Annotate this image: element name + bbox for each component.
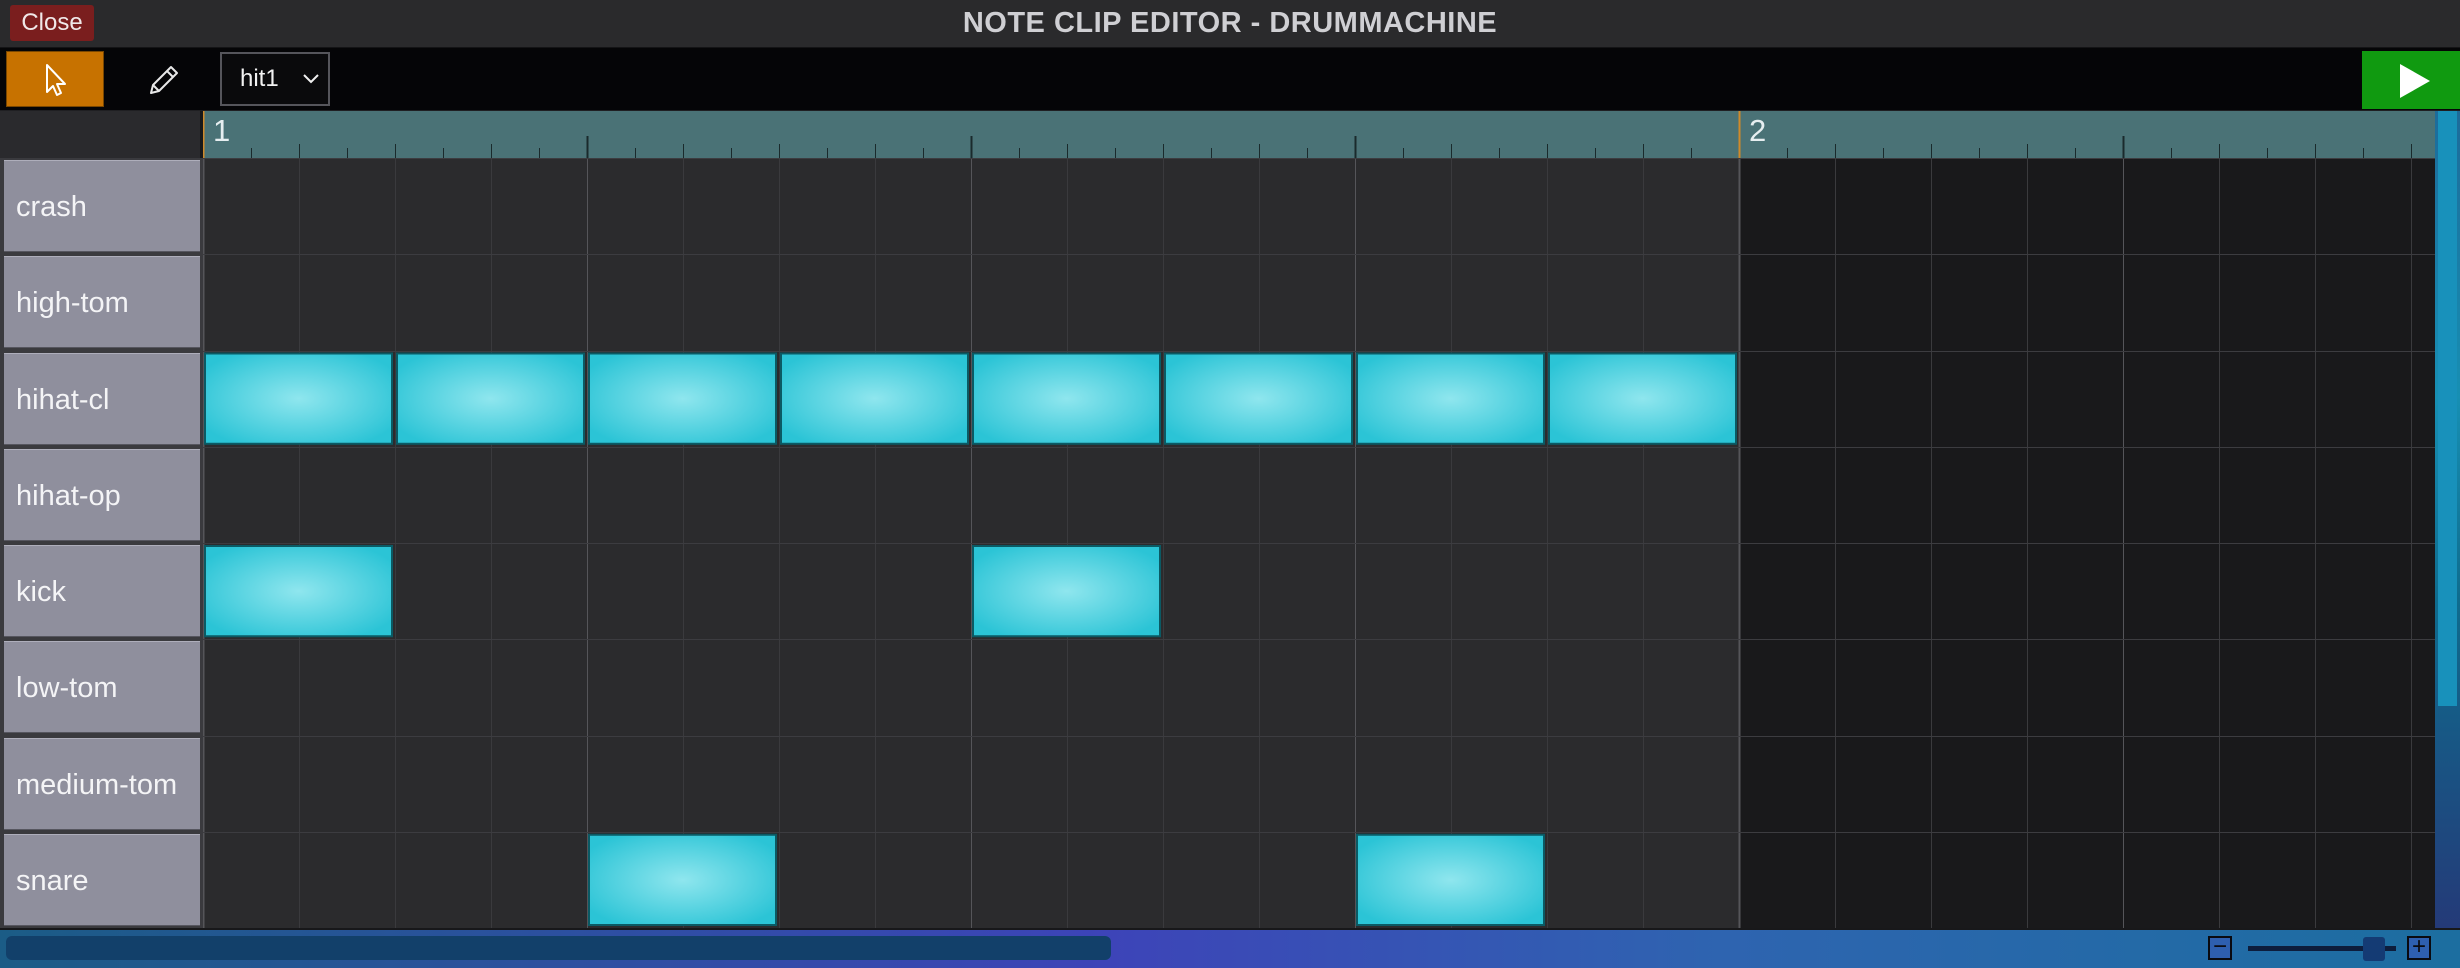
- note-block-hihat-cl[interactable]: [204, 352, 393, 445]
- clip-select-dropdown[interactable]: hit1: [220, 52, 330, 106]
- chevron-down-icon: [303, 74, 319, 84]
- note-block-hihat-cl[interactable]: [972, 352, 1161, 445]
- note-block-snare[interactable]: [588, 833, 777, 926]
- bar-number: 2: [1749, 113, 1767, 148]
- play-icon: [2400, 64, 2430, 98]
- drum-key-label: hihat-cl: [16, 383, 110, 416]
- note-block-hihat-cl[interactable]: [396, 352, 585, 445]
- drum-key-label: hihat-op: [16, 479, 121, 512]
- drum-key-snare[interactable]: snare: [4, 833, 200, 926]
- note-block-kick[interactable]: [972, 545, 1161, 638]
- drum-key-high-tom[interactable]: high-tom: [4, 256, 200, 349]
- piano-roll-editor: 12 crash high-tom hihat-cl hihat-op kick low-…: [0, 111, 2460, 931]
- drum-key-hihat-cl[interactable]: hihat-cl: [4, 352, 200, 445]
- note-block-snare[interactable]: [1356, 833, 1545, 926]
- drum-key-crash[interactable]: crash: [4, 160, 200, 252]
- arrow-cursor-icon: [46, 64, 66, 96]
- vertical-scrollbar-thumb[interactable]: [2438, 111, 2457, 706]
- vertical-scrollbar[interactable]: [2435, 111, 2460, 928]
- play-button[interactable]: [2362, 51, 2460, 109]
- drum-key-list: crash high-tom hihat-cl hihat-op kick low-tom…: [0, 158, 203, 928]
- zoom-in-button[interactable]: +: [2407, 935, 2431, 960]
- note-block-hihat-cl[interactable]: [1548, 352, 1737, 445]
- drum-key-medium-tom[interactable]: medium-tom: [4, 737, 200, 830]
- note-block-hihat-cl[interactable]: [1356, 352, 1545, 445]
- note-clip-editor-window: Close NOTE CLIP EDITOR - DRUMMACHINE hit…: [0, 0, 2460, 968]
- drum-key-label: low-tom: [16, 672, 118, 705]
- note-block-hihat-cl[interactable]: [780, 352, 969, 445]
- toolbar: hit1: [0, 48, 2460, 110]
- drum-key-label: high-tom: [16, 287, 129, 320]
- horizontal-scrollbar[interactable]: − +: [0, 930, 2460, 968]
- drum-key-label: crash: [16, 191, 87, 223]
- timeline-ruler[interactable]: 12: [203, 111, 2435, 158]
- drum-key-low-tom[interactable]: low-tom: [4, 641, 200, 734]
- pencil-icon: [150, 66, 178, 94]
- note-block-kick[interactable]: [204, 545, 393, 638]
- drum-key-label: snare: [16, 864, 89, 897]
- drum-key-hihat-op[interactable]: hihat-op: [4, 448, 200, 541]
- title-bar: Close NOTE CLIP EDITOR - DRUMMACHINE: [0, 0, 2460, 48]
- note-grid[interactable]: [202, 158, 2435, 929]
- note-block-hihat-cl[interactable]: [588, 352, 777, 445]
- zoom-slider-thumb[interactable]: [2362, 937, 2385, 961]
- pencil-tool-button[interactable]: [114, 51, 212, 107]
- drum-key-label: kick: [16, 576, 66, 608]
- select-tool-button[interactable]: [6, 51, 104, 107]
- horizontal-scrollbar-thumb[interactable]: [6, 936, 1111, 960]
- zoom-out-button[interactable]: −: [2208, 935, 2232, 960]
- ruler-corner: [0, 111, 200, 158]
- drum-key-label: medium-tom: [16, 768, 178, 801]
- note-block-hihat-cl[interactable]: [1164, 352, 1353, 445]
- clip-select-value: hit1: [240, 65, 279, 92]
- window-title: NOTE CLIP EDITOR - DRUMMACHINE: [962, 7, 1498, 39]
- drum-key-kick[interactable]: kick: [4, 545, 200, 637]
- bar-number: 1: [213, 113, 231, 148]
- close-button[interactable]: Close: [10, 5, 94, 41]
